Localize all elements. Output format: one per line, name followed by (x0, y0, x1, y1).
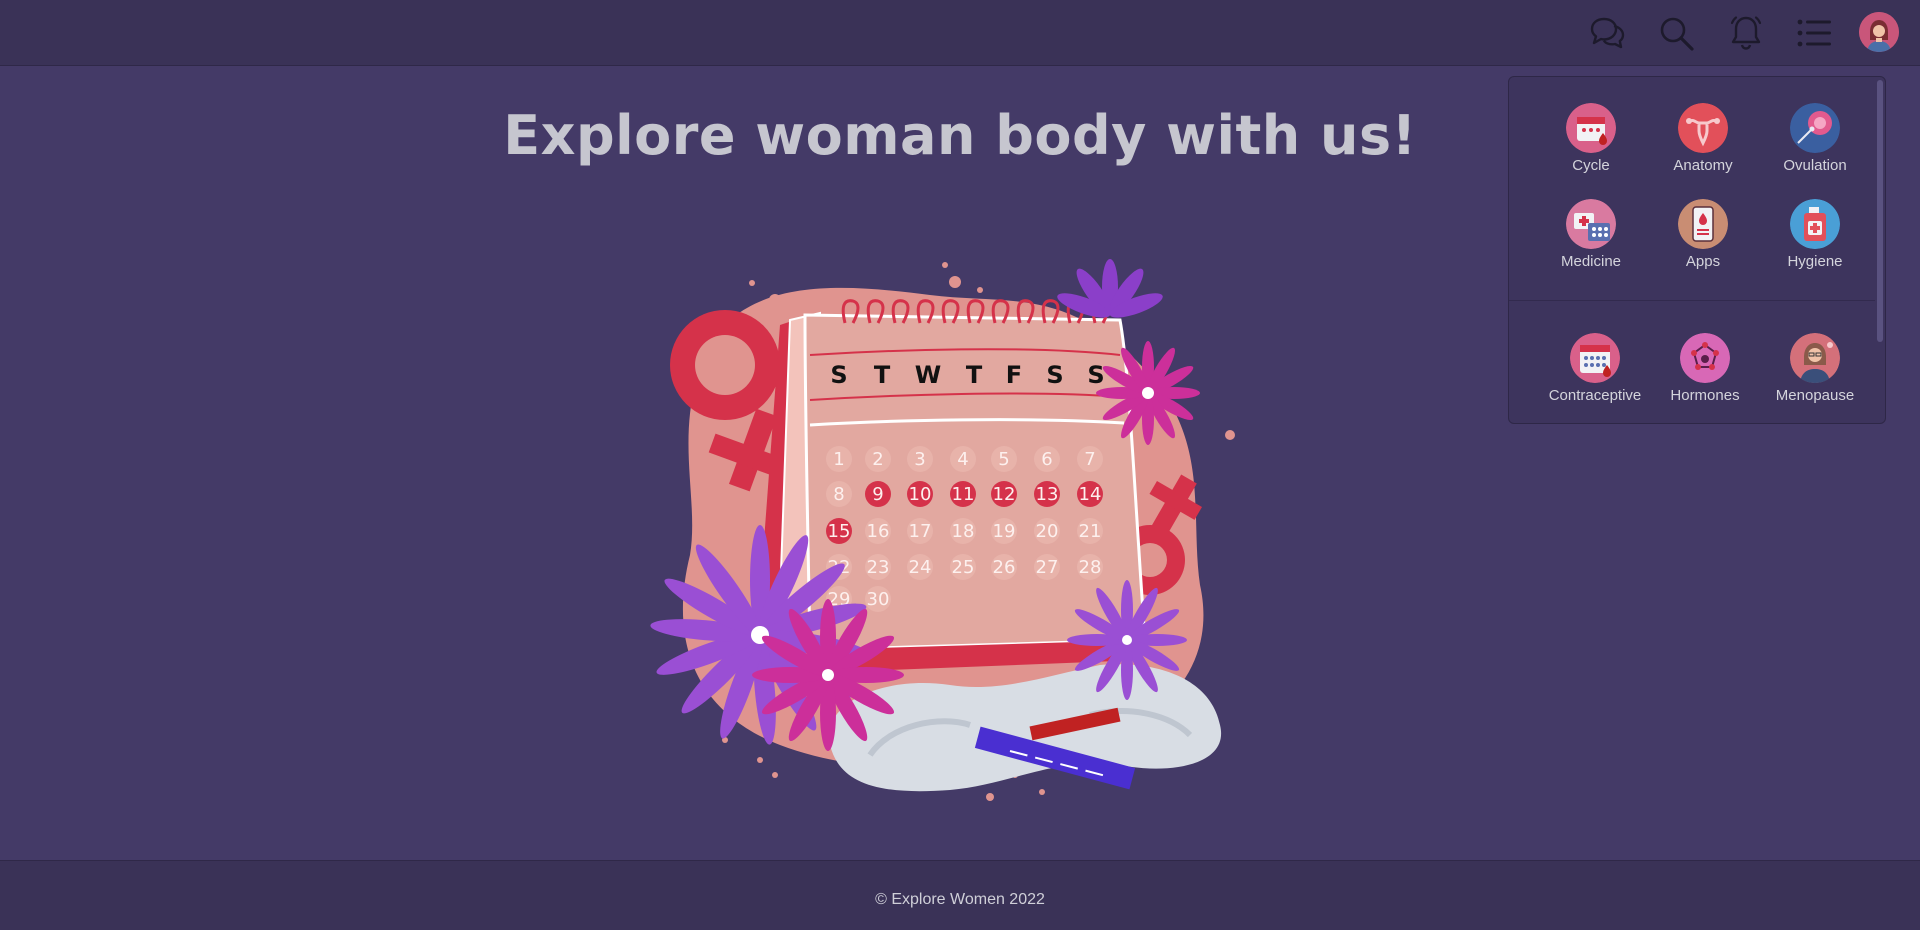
calendar-day: 13 (1036, 484, 1059, 505)
menu-item-hormones[interactable]: Hormones (1650, 333, 1760, 404)
weekday-label: T (874, 361, 891, 389)
older-woman-icon (1790, 333, 1840, 383)
menu-item-label: Anatomy (1673, 157, 1733, 174)
menu-item-label: Apps (1685, 253, 1721, 270)
hygiene-bottle-icon (1790, 199, 1840, 249)
calendar-day: 14 (1079, 484, 1102, 505)
calendar-day: 20 (1036, 521, 1059, 542)
calendar-day: 25 (952, 557, 975, 578)
chat-icon[interactable] (1587, 12, 1629, 54)
calendar-day: 16 (867, 521, 890, 542)
menu-item-label: Contraceptive (1548, 387, 1642, 404)
weekday-label: S (1087, 361, 1104, 389)
menu-item-apps[interactable]: Apps (1648, 199, 1758, 270)
avatar[interactable] (1859, 12, 1899, 52)
calendar-drop-icon (1566, 103, 1616, 153)
phone-app-icon (1678, 199, 1728, 249)
menu-item-label: Cycle (1572, 157, 1610, 174)
top-navbar (0, 0, 1920, 66)
footer-copyright: © Explore Women 2022 (875, 891, 1045, 908)
calendar-day: 27 (1036, 557, 1059, 578)
hormone-molecule-icon (1680, 333, 1730, 383)
calendar-day: 3 (914, 449, 925, 470)
pill-calendar-icon (1570, 333, 1620, 383)
calendar-day: 26 (993, 557, 1016, 578)
menu-divider (1509, 300, 1875, 301)
calendar-day: 2 (872, 449, 883, 470)
menu-item-menopause[interactable]: Menopause (1760, 333, 1870, 404)
ovum-icon (1790, 103, 1840, 153)
menu-item-label: Ovulation (1783, 157, 1847, 174)
menu-item-contraceptive[interactable]: Contraceptive (1540, 333, 1650, 404)
weekday-label: W (915, 361, 941, 389)
menu-item-label: Medicine (1560, 253, 1622, 270)
menu-item-anatomy[interactable]: Anatomy (1648, 103, 1758, 174)
footer: © Explore Women 2022 (0, 860, 1920, 930)
calendar-day: 19 (993, 521, 1016, 542)
calendar-day: 9 (872, 484, 883, 505)
menu-item-label: Hormones (1670, 387, 1740, 404)
menu-item-cycle[interactable]: Cycle (1536, 103, 1646, 174)
menu-item-medicine[interactable]: Medicine (1536, 199, 1646, 270)
calendar-day: 4 (957, 449, 968, 470)
bell-icon[interactable] (1725, 12, 1767, 54)
hero-illustration: S T W T F S S 1 2 3 4 5 6 7 8 9 10 11 12 13 14 15 16 17 1… (630, 255, 1260, 810)
weekday-label: S (1046, 361, 1063, 389)
calendar-day: 8 (833, 484, 844, 505)
calendar-day: 23 (867, 557, 890, 578)
search-icon[interactable] (1655, 12, 1697, 54)
uterus-icon (1678, 103, 1728, 153)
menu-scrollbar[interactable] (1877, 80, 1883, 342)
weekday-label: S (830, 361, 847, 389)
weekday-label: T (966, 361, 983, 389)
calendar-day: 1 (833, 449, 844, 470)
calendar-day: 11 (952, 484, 975, 505)
calendar-day: 10 (909, 484, 932, 505)
menu-item-label: Hygiene (1787, 253, 1843, 270)
calendar-day: 15 (828, 521, 851, 542)
calendar-day: 7 (1084, 449, 1095, 470)
weekday-label: F (1006, 361, 1022, 389)
calendar-day: 18 (952, 521, 975, 542)
menu-item-hygiene[interactable]: Hygiene (1760, 199, 1870, 270)
calendar-day: 28 (1079, 557, 1102, 578)
calendar-day: 30 (867, 589, 890, 610)
calendar-day: 6 (1041, 449, 1052, 470)
calendar-day: 12 (993, 484, 1016, 505)
calendar-day: 17 (909, 521, 932, 542)
menu-list-icon[interactable] (1793, 12, 1835, 54)
topics-dropdown: Cycle Anatomy Ovulation Medicine Apps Hy… (1508, 76, 1886, 424)
calendar-day: 21 (1079, 521, 1102, 542)
menu-item-label: Menopause (1775, 387, 1855, 404)
calendar-day: 24 (909, 557, 932, 578)
medicine-kit-icon (1566, 199, 1616, 249)
menu-item-ovulation[interactable]: Ovulation (1760, 103, 1870, 174)
calendar-day: 5 (998, 449, 1009, 470)
